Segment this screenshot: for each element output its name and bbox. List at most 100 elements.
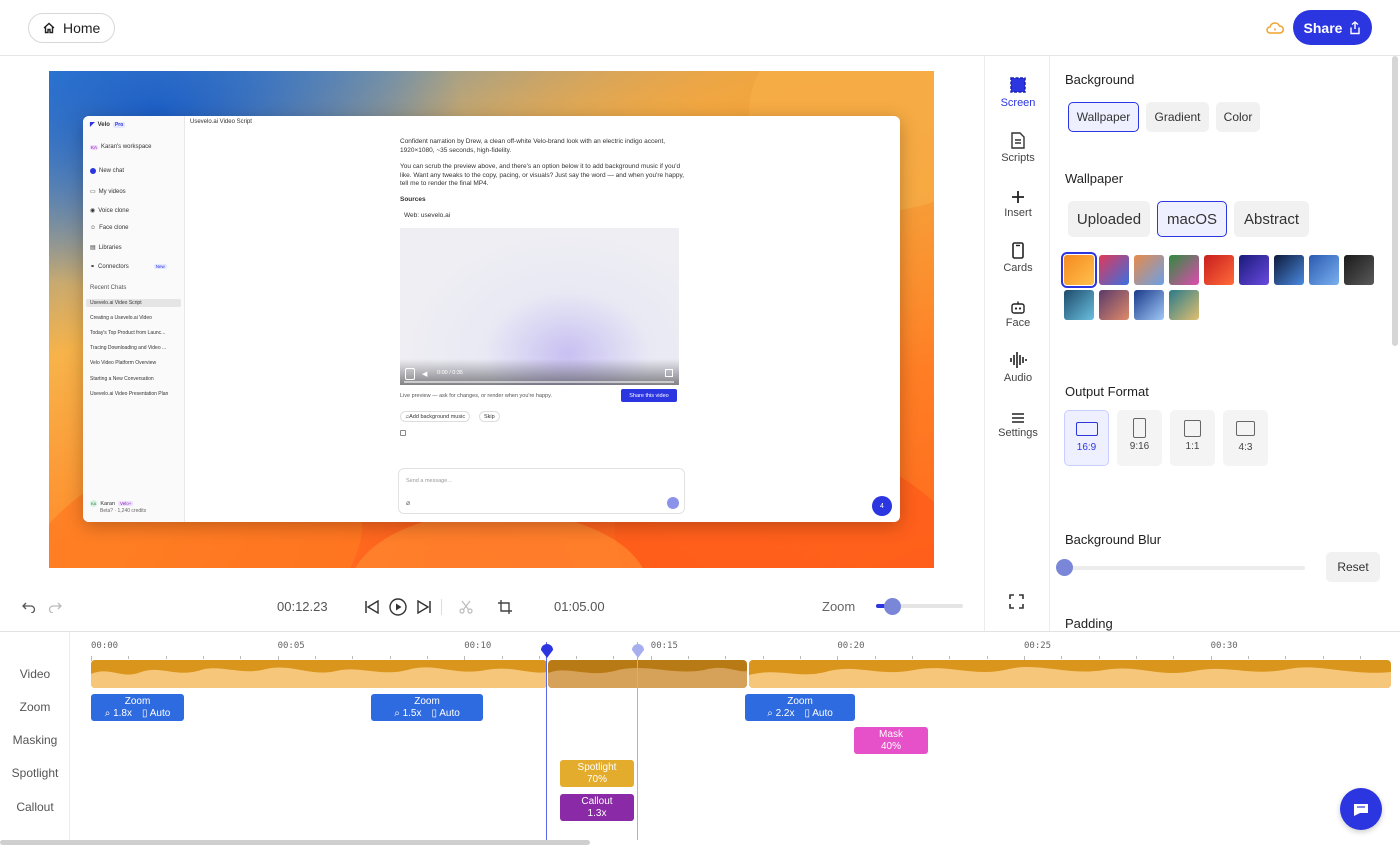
- wallpaper-thumbnail[interactable]: [1134, 255, 1164, 285]
- tick-mark: [725, 656, 727, 659]
- hover-line: [637, 642, 638, 840]
- sidebar-item-connectors[interactable]: ⚭ Connectors New: [90, 263, 167, 270]
- play-icon[interactable]: [405, 368, 415, 380]
- callout-clip[interactable]: Callout 1.3x: [560, 794, 634, 821]
- tool-settings[interactable]: Settings: [985, 402, 1051, 439]
- tool-audio[interactable]: Audio: [985, 347, 1051, 384]
- playback-controls: 00:12.23 01:05.00 Zoom: [0, 583, 1024, 631]
- volume-icon[interactable]: ◀: [422, 370, 427, 378]
- tool-screen[interactable]: Screen: [985, 72, 1051, 109]
- hover-handle[interactable]: [631, 641, 645, 658]
- tick-mark: [240, 656, 242, 659]
- tool-face[interactable]: Face: [985, 292, 1051, 329]
- spotlight-clip[interactable]: Spotlight 70%: [560, 760, 634, 787]
- format-1-1[interactable]: 1:1: [1170, 410, 1215, 466]
- tool-settings-label: Settings: [998, 427, 1038, 439]
- share-button[interactable]: Share: [1293, 10, 1372, 45]
- tool-insert-label: Insert: [1004, 207, 1032, 219]
- video-clip[interactable]: [91, 660, 547, 688]
- sidebar-item-new-chat[interactable]: New chat: [90, 168, 124, 174]
- add-music-button[interactable]: ♫ Add background music: [400, 411, 471, 422]
- wallpaper-thumbnail[interactable]: [1061, 252, 1097, 288]
- recent-chat[interactable]: Creating a Usevelo.ai Video: [90, 315, 152, 321]
- app-window[interactable]: ◤ Velo Pro KA Karan's workspace New chat…: [83, 116, 900, 522]
- recent-chat[interactable]: Starting a New Conversation: [90, 376, 154, 382]
- recent-chat[interactable]: Today's Top Product from Launc...: [90, 330, 165, 336]
- tab-uploaded[interactable]: Uploaded: [1068, 201, 1150, 237]
- zoom-clip[interactable]: Zoom ⌕ 1.5x ▯ Auto: [371, 694, 483, 721]
- video-fullscreen-icon[interactable]: [665, 369, 673, 377]
- recent-chat[interactable]: Velo Video Platform Overview: [90, 360, 156, 366]
- playhead[interactable]: [546, 642, 547, 840]
- tool-scripts[interactable]: Scripts: [985, 127, 1051, 164]
- skip-button[interactable]: Skip: [479, 411, 500, 422]
- recent-chat[interactable]: Tracing Downloading and Video ...: [90, 345, 166, 351]
- cloud-sync-icon[interactable]: [1265, 18, 1285, 38]
- mask-clip[interactable]: Mask 40%: [854, 727, 928, 754]
- tab-color[interactable]: Color: [1216, 102, 1260, 132]
- wallpaper-thumbnail[interactable]: [1099, 255, 1129, 285]
- workspace-row[interactable]: KA Karan's workspace: [90, 144, 152, 150]
- wallpaper-thumbnail[interactable]: [1239, 255, 1269, 285]
- copy-icon[interactable]: [400, 430, 406, 436]
- format-9-16[interactable]: 9:16: [1117, 410, 1162, 466]
- skip-back-icon[interactable]: [364, 599, 380, 615]
- format-4-3[interactable]: 4:3: [1223, 410, 1268, 466]
- attach-icon[interactable]: ⌀: [406, 499, 410, 507]
- message-input[interactable]: Send a message... ⌀: [398, 468, 685, 514]
- chat-support-button[interactable]: [1340, 788, 1382, 830]
- zoom-clip[interactable]: Zoom ⌕ 2.2x ▯ Auto: [745, 694, 855, 721]
- recent-chat[interactable]: Usevelo.ai Video Presentation Plan: [90, 391, 168, 397]
- sidebar-item-voice-clone[interactable]: ◉ Voice clone: [90, 207, 129, 215]
- undo-icon[interactable]: [21, 599, 37, 615]
- tab-macos[interactable]: macOS: [1157, 201, 1227, 237]
- wallpaper-thumbnail[interactable]: [1169, 290, 1199, 320]
- playhead-handle[interactable]: [540, 641, 554, 658]
- play-button[interactable]: [389, 598, 407, 616]
- wallpaper-thumbnail[interactable]: [1169, 255, 1199, 285]
- panel-scrollbar[interactable]: [1392, 56, 1398, 346]
- tab-abstract[interactable]: Abstract: [1234, 201, 1309, 237]
- wallpaper-thumbnail[interactable]: [1204, 255, 1234, 285]
- video-player[interactable]: ◀ 0:00 / 0:35: [400, 228, 679, 385]
- sidebar-item-libraries[interactable]: ▤ Libraries: [90, 244, 122, 252]
- sidebar-item-my-videos[interactable]: ▭ My videos: [90, 188, 126, 196]
- crop-icon[interactable]: [497, 599, 513, 615]
- tab-wallpaper[interactable]: Wallpaper: [1068, 102, 1139, 132]
- zoom-clip[interactable]: Zoom ⌕ 1.8x ▯ Auto: [91, 694, 184, 721]
- reset-button[interactable]: Reset: [1326, 552, 1380, 582]
- video-clip[interactable]: [749, 660, 1391, 688]
- share-video-button[interactable]: Share this video: [621, 389, 677, 402]
- source-item[interactable]: Web: usevelo.ai: [404, 212, 689, 221]
- cut-icon[interactable]: [458, 599, 474, 615]
- blur-slider-handle[interactable]: [1056, 559, 1073, 576]
- user-row[interactable]: KA Karan Velo+: [90, 500, 134, 507]
- assistant-fab-mini[interactable]: 4: [872, 496, 892, 516]
- timeline-scrollbar[interactable]: [0, 840, 590, 845]
- zoom-scale-value: 1.8x: [113, 708, 132, 719]
- recent-chat-label: Starting a New Conversation: [90, 376, 154, 382]
- format-16-9[interactable]: 16:9: [1064, 410, 1109, 466]
- wallpaper-thumbnail[interactable]: [1099, 290, 1129, 320]
- skip-forward-icon[interactable]: [416, 599, 432, 615]
- wallpaper-thumbnail[interactable]: [1309, 255, 1339, 285]
- tab-gradient[interactable]: Gradient: [1146, 102, 1209, 132]
- tool-cards-label: Cards: [1003, 262, 1033, 274]
- sources-heading: Sources: [400, 196, 426, 203]
- wallpaper-thumbnail[interactable]: [1134, 290, 1164, 320]
- video-clip-selected[interactable]: [548, 660, 747, 688]
- home-button[interactable]: Home: [28, 13, 116, 43]
- redo-icon[interactable]: [47, 599, 63, 615]
- wallpaper-thumbnail[interactable]: [1064, 290, 1094, 320]
- zoom-slider-handle[interactable]: [884, 598, 901, 615]
- send-icon[interactable]: [667, 497, 679, 509]
- tool-cards[interactable]: Cards: [985, 237, 1051, 274]
- canvas-preview[interactable]: ◤ Velo Pro KA Karan's workspace New chat…: [49, 71, 934, 568]
- tool-insert[interactable]: Insert: [985, 182, 1051, 219]
- wallpaper-thumbnail[interactable]: [1274, 255, 1304, 285]
- wallpaper-thumbnail[interactable]: [1344, 255, 1374, 285]
- sidebar-item-face-clone[interactable]: ☺ Face clone: [90, 225, 129, 231]
- recent-chat[interactable]: Usevelo.ai Video Script: [86, 299, 181, 307]
- blur-slider[interactable]: [1065, 566, 1305, 570]
- video-progress[interactable]: [404, 381, 674, 383]
